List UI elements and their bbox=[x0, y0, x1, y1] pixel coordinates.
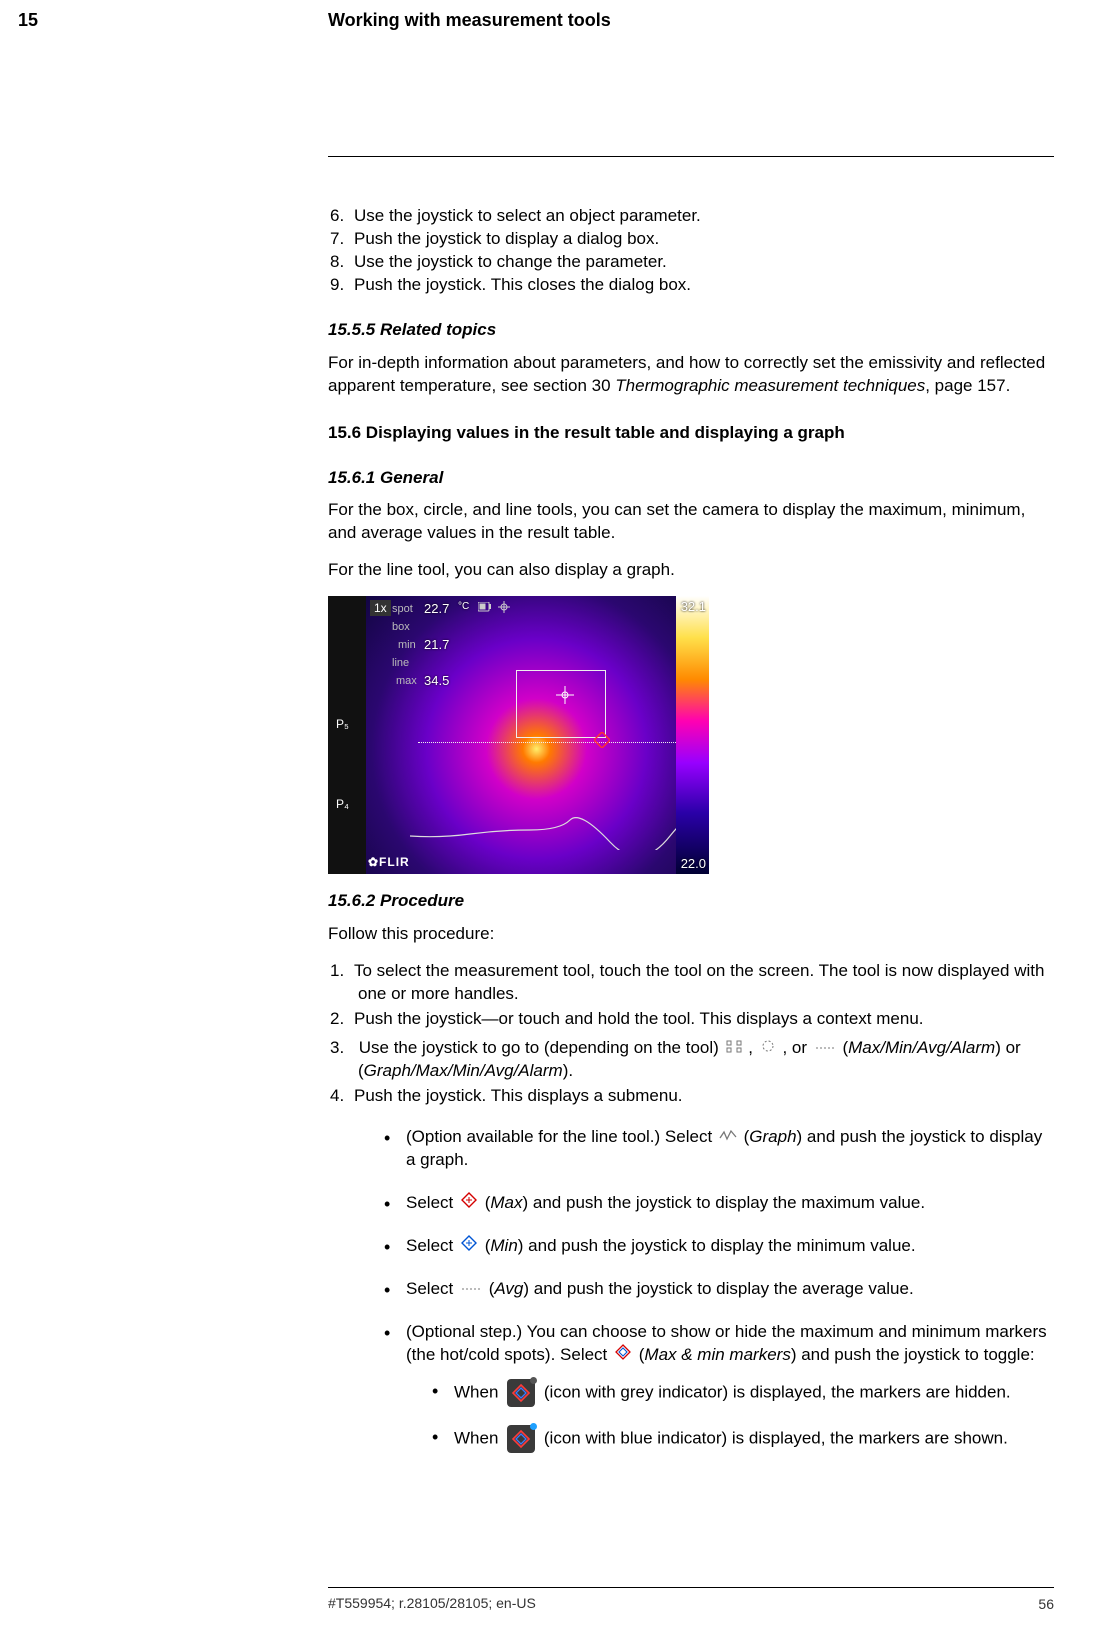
paragraph: For the line tool, you can also display … bbox=[328, 559, 1054, 582]
chapter-number: 15 bbox=[18, 8, 38, 32]
page-footer: #T559954; r.28105/28105; en-US 56 bbox=[328, 1587, 1054, 1613]
line-tool-icon bbox=[814, 1037, 836, 1060]
flir-logo: ✿FLIR bbox=[368, 854, 410, 870]
battery-icon bbox=[478, 602, 492, 612]
markers-hidden-icon bbox=[507, 1379, 535, 1407]
divider bbox=[328, 156, 1054, 157]
spot-marker-icon bbox=[556, 686, 574, 704]
box-label: box bbox=[392, 620, 410, 635]
preset-p5: P₅ bbox=[336, 716, 349, 732]
markers-toggle-list: When (icon with grey indicator) is displ… bbox=[406, 1379, 1054, 1453]
section-heading-1561: 15.6.1 General bbox=[328, 467, 1054, 490]
spot-value: 22.7 bbox=[424, 600, 449, 618]
max-value: 34.5 bbox=[424, 672, 449, 690]
thermal-leftbar bbox=[328, 596, 366, 874]
section-heading-1562: 15.6.2 Procedure bbox=[328, 890, 1054, 913]
line-graph-waveform bbox=[410, 816, 706, 850]
page: 15 Working with measurement tools Use th… bbox=[0, 0, 1094, 1635]
max-marker-icon bbox=[594, 732, 610, 748]
page-content: Use the joystick to select an object par… bbox=[328, 156, 1054, 1475]
step-item: Push the joystick to display a dialog bo… bbox=[354, 228, 1054, 251]
min-icon bbox=[460, 1235, 478, 1258]
preset-p4: P₄ bbox=[336, 796, 349, 812]
box-tool-icon bbox=[726, 1037, 742, 1060]
step-item: Use the joystick to change the parameter… bbox=[354, 251, 1054, 274]
chapter-title: Working with measurement tools bbox=[328, 8, 611, 32]
crosshair-icon bbox=[498, 601, 510, 613]
bullet-item: (Option available for the line tool.) Se… bbox=[384, 1126, 1054, 1172]
thermal-color-scale bbox=[676, 596, 709, 874]
paragraph: For in-depth information about parameter… bbox=[328, 352, 1054, 398]
unit-label: °C bbox=[458, 600, 469, 614]
bullet-item: When (icon with grey indicator) is displ… bbox=[432, 1379, 1054, 1407]
min-label: min bbox=[398, 638, 416, 653]
procedure-steps: To select the measurement tool, touch th… bbox=[328, 960, 1054, 1452]
thermal-screenshot: 32.1 22.0 1x spot 22.7 °C box min 21.7 l… bbox=[328, 596, 709, 874]
step-item: Push the joystick—or touch and hold the … bbox=[354, 1008, 1054, 1031]
graph-icon bbox=[719, 1126, 737, 1149]
line-overlay bbox=[418, 742, 698, 743]
box-overlay bbox=[516, 670, 606, 738]
zoom-label: 1x bbox=[370, 600, 391, 616]
step-item: Use the joystick to go to (depending on … bbox=[354, 1037, 1054, 1083]
max-label: max bbox=[396, 674, 417, 689]
max-icon bbox=[460, 1192, 478, 1215]
footer-code: #T559954; r.28105/28105; en-US bbox=[328, 1595, 536, 1611]
page-number: 56 bbox=[1038, 1595, 1054, 1614]
avg-icon bbox=[460, 1278, 482, 1301]
scale-max: 32.1 bbox=[681, 598, 706, 616]
max-min-markers-icon bbox=[614, 1344, 632, 1367]
line-label: line bbox=[392, 656, 409, 671]
bullet-item: Select (Max) and push the joystick to di… bbox=[384, 1192, 1054, 1215]
markers-shown-icon bbox=[507, 1425, 535, 1453]
step-item: Push the joystick. This displays a subme… bbox=[354, 1085, 1054, 1453]
bullet-item: When (icon with blue indicator) is displ… bbox=[432, 1425, 1054, 1453]
circle-tool-icon bbox=[760, 1037, 776, 1060]
bullet-item: Select (Min) and push the joystick to di… bbox=[384, 1235, 1054, 1258]
step-item: Push the joystick. This closes the dialo… bbox=[354, 274, 1054, 297]
scale-min: 22.0 bbox=[681, 855, 706, 873]
procedure-intro: Follow this procedure: bbox=[328, 923, 1054, 946]
steps-6-9-list: Use the joystick to select an object par… bbox=[328, 205, 1054, 297]
section-heading-1555: 15.5.5 Related topics bbox=[328, 319, 1054, 342]
footer-divider bbox=[328, 1587, 1054, 1588]
step-item: To select the measurement tool, touch th… bbox=[354, 960, 1054, 1006]
bullet-item: Select (Avg) and push the joystick to di… bbox=[384, 1278, 1054, 1301]
min-value: 21.7 bbox=[424, 636, 449, 654]
submenu-bullets: (Option available for the line tool.) Se… bbox=[358, 1126, 1054, 1453]
spot-label: spot bbox=[392, 602, 413, 617]
paragraph: For the box, circle, and line tools, you… bbox=[328, 499, 1054, 545]
bullet-item: (Optional step.) You can choose to show … bbox=[384, 1321, 1054, 1453]
step-item: Use the joystick to select an object par… bbox=[354, 205, 1054, 228]
section-heading-156: 15.6 Displaying values in the result tab… bbox=[328, 422, 1054, 445]
